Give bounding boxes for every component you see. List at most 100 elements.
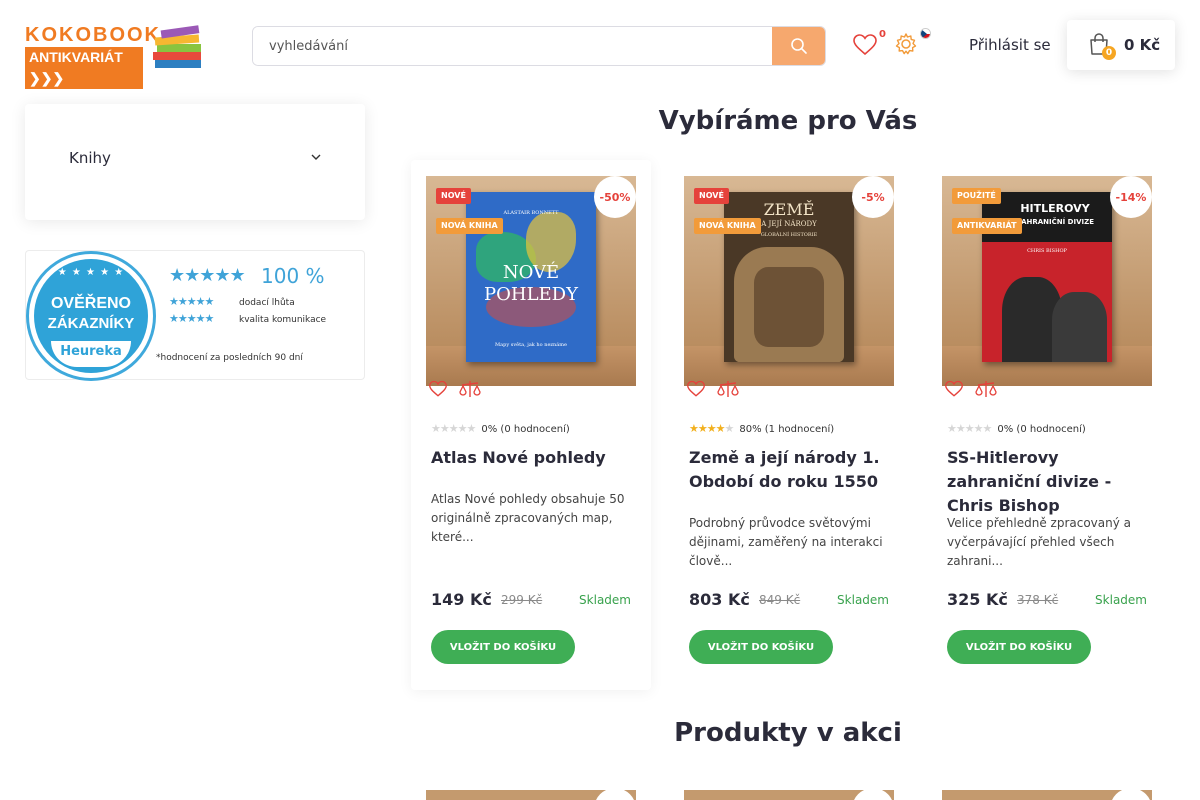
heart-icon[interactable] (944, 380, 964, 398)
logo-text: KOKOBOOK ANTIKVARIÁT ❯❯❯ (25, 24, 161, 89)
compare-scales-icon[interactable] (717, 380, 739, 400)
search-input[interactable] (253, 27, 773, 65)
category-menu: Knihy (25, 104, 365, 220)
product-price: 803 Kč (689, 590, 750, 609)
product-description: Atlas Nové pohledy obsahuje 50 origináln… (431, 492, 625, 544)
star-icon: ★ (947, 422, 957, 435)
gear-icon (895, 33, 917, 55)
product-image[interactable] (942, 790, 1152, 800)
star-icon: ★ (439, 422, 450, 435)
compare-scales-icon[interactable] (459, 380, 481, 400)
product-image[interactable] (426, 790, 636, 800)
discount-badge (1110, 790, 1152, 800)
score-stars-icon: ★★★★★ (169, 265, 246, 286)
product-card[interactable]: ALASTAIR BONNETT NOVÉ POHLEDY Mapy světa… (426, 176, 636, 676)
heureka-certificate[interactable]: ★ ★ ★ ★ ★ OVĚŘENO ZÁKAZNÍKY Heureka ★★★★… (25, 250, 365, 381)
stock-status: Skladem (579, 593, 631, 607)
heureka-note: *hodnocení za posledních 90 dní (156, 353, 303, 363)
add-to-cart-button[interactable]: VLOŽIT DO KOŠÍKU (689, 630, 833, 664)
rating-text: 80% (1 hodnocení) (739, 424, 835, 435)
settings-button[interactable] (894, 28, 934, 62)
product-actions (684, 380, 764, 404)
wishlist-count: 0 (879, 29, 886, 40)
search-icon (790, 38, 807, 54)
star-icon: ★ (431, 422, 441, 435)
discount-badge (852, 790, 894, 800)
cart-total: 0 Kč (1124, 36, 1161, 54)
product-image[interactable]: ALASTAIR BONNETT NOVÉ POHLEDY Mapy světa… (426, 176, 636, 386)
section-title-sale: Produkty v akci (674, 718, 902, 748)
product-tag: NOVÉ (436, 188, 471, 204)
login-link[interactable]: Přihlásit se (969, 36, 1051, 54)
cz-flag-icon (920, 28, 931, 39)
product-description: Podrobný průvodce světovými dějinami, za… (689, 516, 883, 568)
badge-stars-icon: ★ ★ ★ ★ ★ (57, 267, 125, 278)
product-title[interactable]: Atlas Nové pohledy (431, 446, 636, 470)
search-bar (252, 26, 826, 66)
product-old-price: 378 Kč (1017, 593, 1059, 607)
cart-button[interactable]: 0 0 Kč (1067, 20, 1175, 70)
cover-title: HITLEROVY (1020, 202, 1090, 215)
product-price: 325 Kč (947, 590, 1008, 609)
logo-line1: KOKOBOOK (25, 24, 161, 46)
category-item-knihy[interactable]: Knihy (69, 149, 111, 167)
star-icon: ★ (706, 422, 717, 435)
discount-badge (594, 790, 636, 800)
product-card[interactable]: ZEMĚ A JEJÍ NÁRODY GLOBÁLNÍ HISTORIE NOV… (684, 176, 894, 676)
cover-author: ALASTAIR BONNETT (503, 210, 559, 216)
product-grid: ALASTAIR BONNETT NOVÉ POHLEDY Mapy světa… (411, 160, 1171, 690)
product-image[interactable]: ZEMĚ A JEJÍ NÁRODY GLOBÁLNÍ HISTORIE NOV… (684, 176, 894, 386)
search-button[interactable] (772, 27, 825, 65)
cover-title: POHLEDY (484, 284, 578, 305)
heart-icon[interactable] (428, 380, 448, 398)
product-title[interactable]: SS-Hitlerovy zahraniční divize - Chris B… (947, 446, 1152, 518)
star-icon: ★ (457, 422, 468, 435)
badge-brand: Heureka (51, 341, 131, 367)
stock-status: Skladem (1095, 593, 1147, 607)
product-tag: NOVÉ (694, 188, 729, 204)
cover-title: NOVÉ (502, 262, 560, 283)
product-old-price: 299 Kč (501, 593, 543, 607)
product-tag: ANTIKVARIÁT (952, 218, 1022, 234)
chevron-down-icon[interactable] (311, 154, 321, 161)
stock-status: Skladem (837, 593, 889, 607)
product-rating: ★★★★★ 80% (1 hodnocení) (689, 422, 834, 435)
heureka-row-label: dodací lhůta (239, 298, 295, 308)
star-icon: ★ (964, 422, 975, 435)
cover-title: ZEMĚ (763, 200, 815, 219)
compare-scales-icon[interactable] (975, 380, 997, 400)
product-actions (426, 380, 506, 404)
heart-icon[interactable] (686, 380, 706, 398)
header: KOKOBOOK ANTIKVARIÁT ❯❯❯ 0 (0, 0, 1200, 92)
cover-subtitle: CHRIS BISHOP (1027, 248, 1067, 254)
product-image[interactable] (684, 790, 894, 800)
product-title[interactable]: Země a její národy 1. Období do roku 155… (689, 446, 894, 494)
product-price: 149 Kč (431, 590, 492, 609)
badge-line1: OVĚŘENO (50, 295, 131, 312)
add-to-cart-button[interactable]: VLOŽIT DO KOŠÍKU (947, 630, 1091, 664)
rating-stars: ★★★★★ (947, 422, 993, 435)
product-tag: NOVÁ KNIHA (436, 218, 503, 234)
star-icon: ★ (715, 422, 726, 435)
product-tag: NOVÁ KNIHA (694, 218, 761, 234)
product-image[interactable]: HITLEROVY ZAHRANIČNÍ DIVIZE CHRIS BISHOP… (942, 176, 1152, 386)
discount-badge: -50% (594, 176, 636, 218)
add-to-cart-button[interactable]: VLOŽIT DO KOŠÍKU (431, 630, 575, 664)
discount-badge: -5% (852, 176, 894, 218)
books-logo-icon (153, 25, 201, 68)
product-card[interactable]: HITLEROVY ZAHRANIČNÍ DIVIZE CHRIS BISHOP… (942, 176, 1152, 676)
section-title-recommended: Vybíráme pro Vás (658, 106, 918, 136)
star-icon: ★ (466, 422, 477, 435)
product-rating: ★★★★★ 0% (0 hodnocení) (431, 422, 570, 435)
star-icon: ★ (955, 422, 966, 435)
logo[interactable]: KOKOBOOK ANTIKVARIÁT ❯❯❯ (25, 24, 205, 89)
badge-line2: ZÁKAZNÍKY (47, 315, 135, 332)
row-stars-icon: ★★★★★ (169, 312, 214, 325)
heureka-badge: ★ ★ ★ ★ ★ OVĚŘENO ZÁKAZNÍKY Heureka (26, 251, 156, 381)
star-icon: ★ (689, 422, 699, 435)
cover-subtitle: Mapy světa, jak ho neznáme (495, 342, 567, 348)
heureka-score: 100 % (261, 264, 325, 288)
star-icon: ★ (982, 422, 993, 435)
wishlist-button[interactable]: 0 (850, 28, 890, 62)
heureka-row-label: kvalita komunikace (239, 315, 327, 325)
